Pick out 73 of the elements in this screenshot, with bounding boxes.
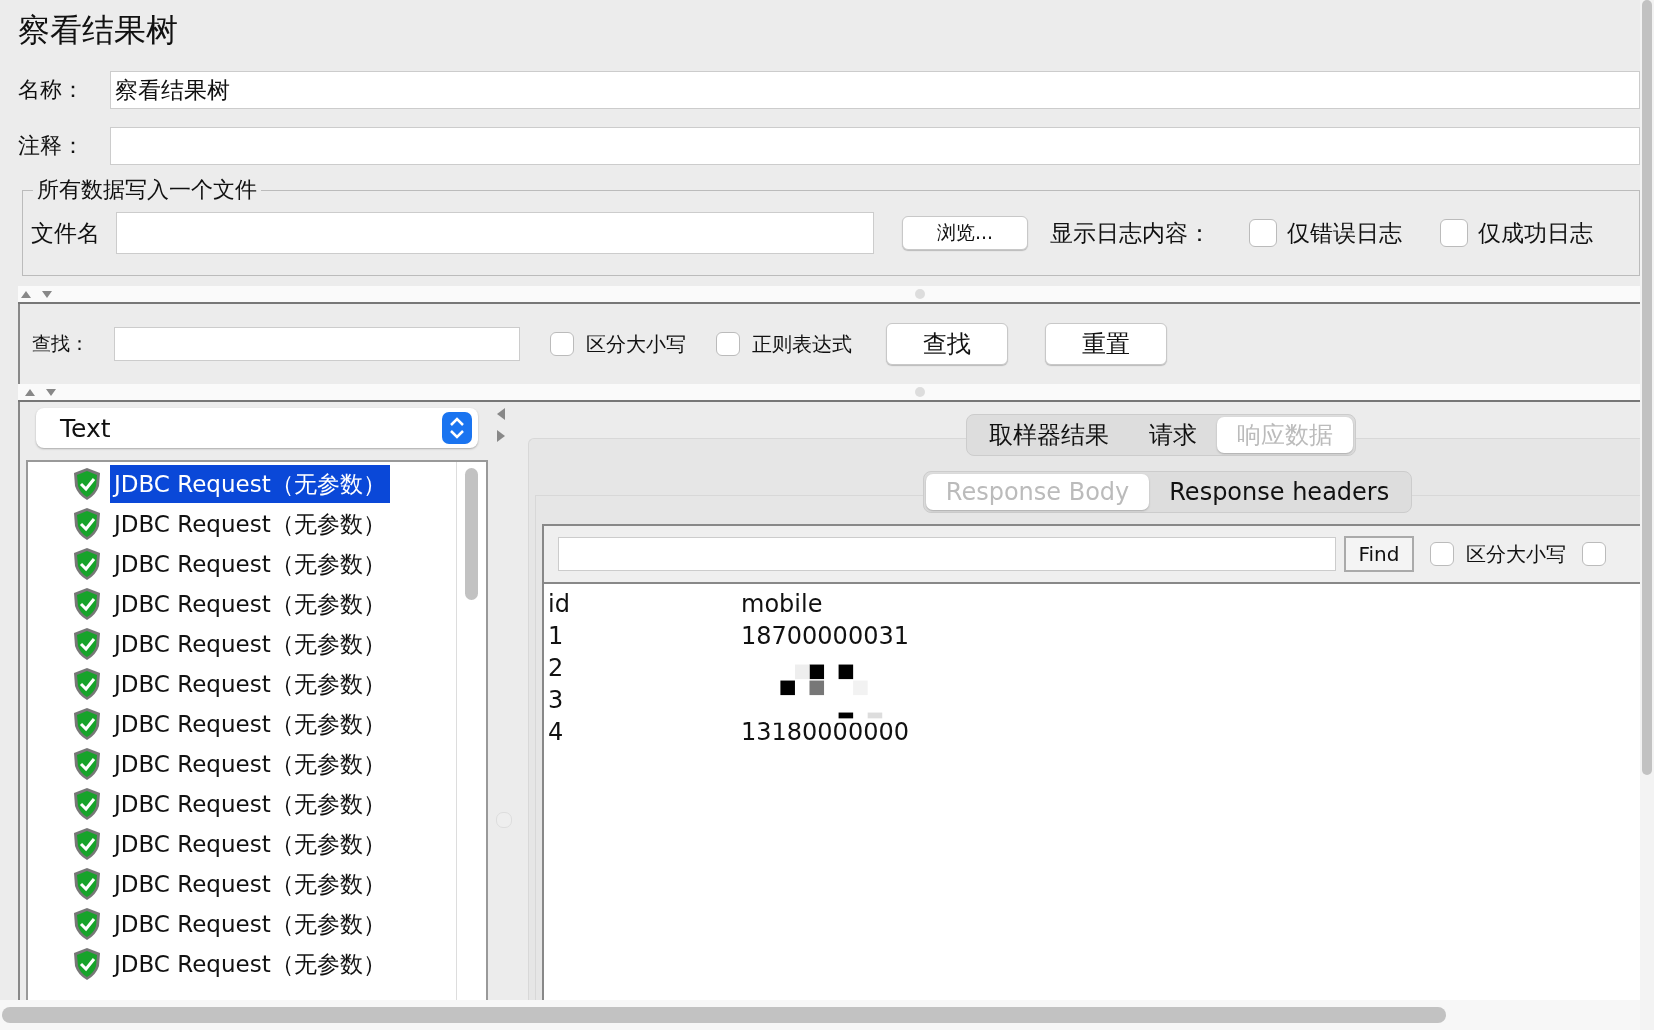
find-button[interactable]: Find (1344, 536, 1414, 572)
log-label: 显示日志内容： (1050, 218, 1211, 248)
search-field[interactable] (114, 327, 520, 361)
splitter-handle[interactable] (915, 289, 925, 299)
tab[interactable]: 取样器结果 (969, 417, 1129, 453)
search-label: 查找： (32, 331, 90, 356)
comment-field[interactable] (110, 127, 1640, 165)
name-field[interactable]: 察看结果树 (110, 71, 1640, 109)
table-cell-text: 4 (548, 717, 565, 748)
tree-item[interactable]: JDBC Request（无参数） (110, 825, 390, 863)
tree-item[interactable]: JDBC Request（无参数） (110, 585, 390, 623)
checkbox[interactable] (1582, 542, 1606, 566)
checkbox[interactable] (550, 332, 574, 356)
field-label: 注释： (18, 132, 85, 160)
tree-item[interactable]: JDBC Request（无参数） (110, 865, 390, 903)
shield-check-icon (72, 787, 102, 821)
shield-check-icon (72, 707, 102, 741)
tree-item[interactable]: JDBC Request（无参数） (110, 505, 390, 543)
shield-check-icon (72, 747, 102, 781)
checkbox[interactable] (1249, 219, 1277, 247)
shield-check-icon (72, 587, 102, 621)
tab[interactable]: 请求 (1129, 417, 1217, 453)
checkbox-label: 仅成功日志 (1478, 218, 1593, 248)
checkbox-label: 区分大小写 (1466, 540, 1566, 568)
tree-item[interactable]: JDBC Request（无参数） (110, 785, 390, 823)
checkbox[interactable] (1440, 219, 1468, 247)
shield-check-icon (72, 907, 102, 941)
horizontal-scrollbar[interactable] (0, 1000, 1640, 1030)
window-title: 察看结果树 (17, 10, 179, 51)
table-cell-text: 2 (548, 653, 565, 684)
tree-item[interactable]: JDBC Request（无参数） (110, 745, 390, 783)
tree-item[interactable]: JDBC Request（无参数） (110, 665, 390, 703)
checkbox-label: 区分大小写 (586, 330, 686, 358)
shield-check-icon (72, 627, 102, 661)
find-field[interactable] (558, 537, 1336, 571)
column-header: id (548, 589, 571, 620)
table-cell-text: 13180000000 (741, 717, 909, 748)
shield-check-icon (72, 467, 102, 501)
tree-item[interactable]: JDBC Request（无参数） (110, 625, 390, 663)
browse-button[interactable]: 浏览... (902, 216, 1028, 250)
field-label: 文件名 (31, 218, 100, 248)
tree-item[interactable]: JDBC Request（无参数） (110, 905, 390, 943)
shield-check-icon (72, 507, 102, 541)
renderer-dropdown[interactable]: Text (36, 408, 478, 448)
checkbox-label: 正则表达式 (752, 330, 852, 358)
table-cell-text: 18700000031 (741, 621, 909, 652)
search-button[interactable]: 重置 (1045, 323, 1167, 365)
filename-field[interactable] (116, 212, 874, 254)
table-cell-text: 1 (548, 621, 565, 652)
checkbox[interactable] (716, 332, 740, 356)
tree-item[interactable]: JDBC Request（无参数） (110, 705, 390, 743)
page-scrollbar[interactable] (1640, 0, 1654, 1030)
stepper-icon (442, 412, 472, 444)
column-header: mobile (741, 589, 823, 620)
shield-check-icon (72, 547, 102, 581)
tree-item[interactable]: JDBC Request（无参数） (110, 945, 390, 983)
tab[interactable]: Response headers (1149, 474, 1410, 510)
shield-check-icon (72, 667, 102, 701)
left-arrow-icon[interactable] (496, 408, 506, 420)
tree-item[interactable]: JDBC Request（无参数） (110, 465, 390, 503)
splitter-handle[interactable] (915, 387, 925, 397)
collapse-arrows-icon[interactable] (24, 387, 58, 397)
shield-check-icon (72, 947, 102, 981)
checkbox[interactable] (1430, 542, 1454, 566)
collapse-arrows-icon[interactable] (20, 289, 54, 299)
tree-item[interactable]: JDBC Request（无参数） (110, 545, 390, 583)
search-button[interactable]: 查找 (886, 323, 1008, 365)
shield-check-icon (72, 867, 102, 901)
right-arrow-icon[interactable] (496, 430, 506, 442)
shield-check-icon (72, 827, 102, 861)
field-label: 名称： (18, 76, 85, 104)
checkbox-label: 仅错误日志 (1287, 218, 1402, 248)
table-cell-text: 3 (548, 685, 565, 716)
